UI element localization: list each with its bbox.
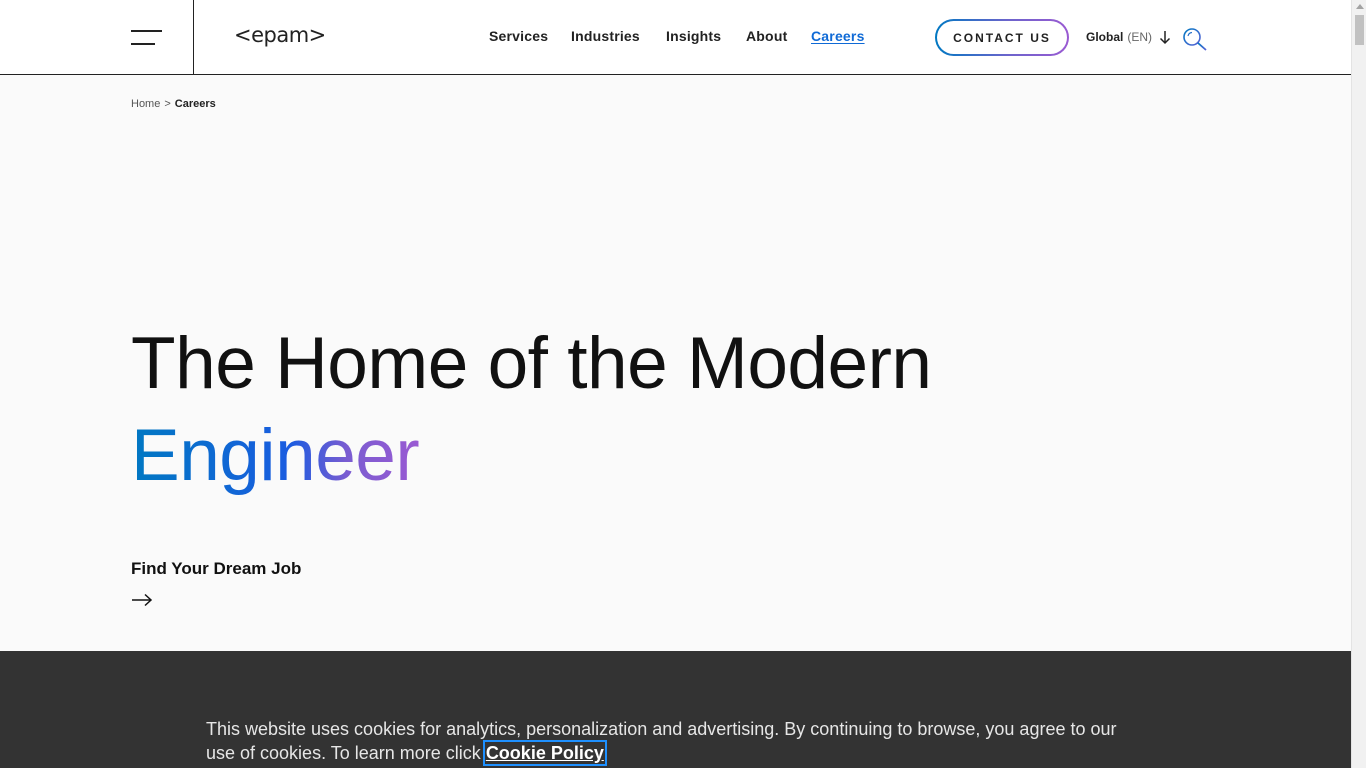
hamburger-line [131,30,162,32]
nav-item-about[interactable]: About [746,28,787,44]
breadcrumb: Home > Careers [131,98,216,110]
nav-item-services[interactable]: Services [489,28,548,44]
cta-label: Find Your Dream Job [131,559,302,578]
find-dream-job-link[interactable]: Find Your Dream Job [131,559,302,607]
hero-title-line1: The Home of the Modern [131,323,932,404]
header-divider [193,0,194,75]
breadcrumb-home-link[interactable]: Home [131,98,160,110]
hamburger-line [131,43,155,45]
breadcrumb-current: Careers [174,98,216,110]
nav-item-careers[interactable]: Careers [811,28,865,44]
region-label: Global [1086,30,1124,44]
language-code: (EN) [1127,30,1153,44]
contact-us-button[interactable]: CONTACT US [935,19,1069,56]
hero-title: The Home of the Modern Engineer [131,318,932,502]
epam-logo[interactable]: <epam> [234,23,326,47]
cookie-banner: This website uses cookies for analytics,… [0,651,1351,768]
nav-item-insights[interactable]: Insights [666,28,721,44]
language-selector[interactable]: Global (EN) [1086,30,1152,44]
breadcrumb-separator: > [164,98,171,110]
site-header: <epam> Services Industries Insights Abou… [0,0,1351,75]
contact-us-label: CONTACT US [937,21,1067,54]
hero-title-line2: Engineer [131,410,420,502]
cookie-message: This website uses cookies for analytics,… [206,719,1117,763]
scroll-up-icon[interactable] [1356,4,1364,9]
hamburger-menu-icon[interactable] [131,30,163,46]
scrollbar-thumb[interactable] [1355,15,1364,45]
arrow-right-icon[interactable] [131,593,153,607]
cookie-policy-link[interactable]: Cookie Policy [482,740,607,766]
search-icon[interactable] [1182,27,1208,51]
cookie-banner-text: This website uses cookies for analytics,… [206,717,1136,766]
vertical-scrollbar[interactable] [1351,0,1366,768]
nav-item-industries[interactable]: Industries [571,28,640,44]
arrow-down-icon[interactable] [1158,29,1172,45]
